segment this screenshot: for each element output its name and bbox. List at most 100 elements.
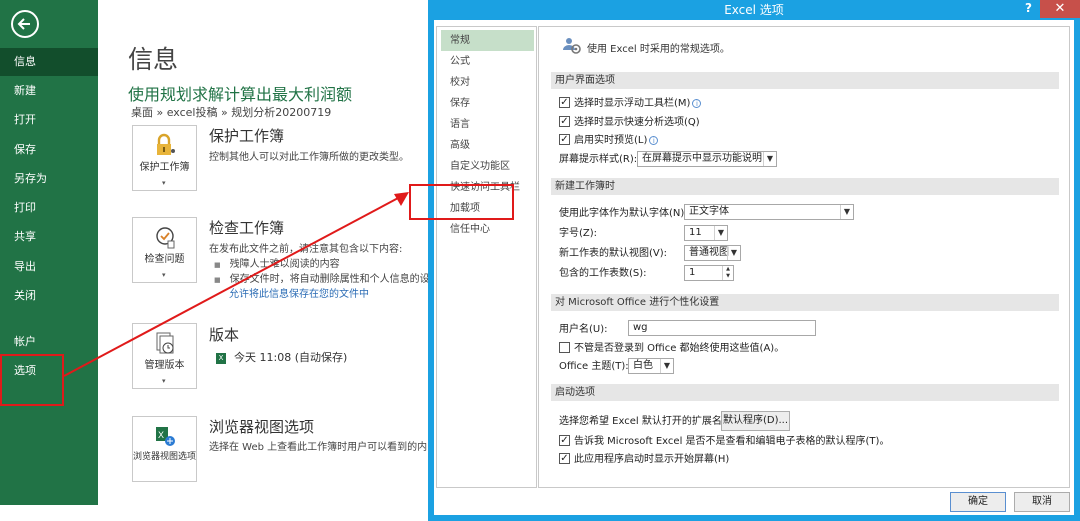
category-label: 校对 [450,77,470,88]
tile-label: 保护工作簿 [139,162,190,173]
annotation-highlight-add-ins [409,184,514,220]
nav-export[interactable]: 导出 [0,253,98,281]
nav-label: 信息 [14,55,36,68]
info-icon: i [692,99,702,108]
excel-options-dialog: Excel 选项 ? ✕ 常规 公式 校对 保存 语言 高级 自定义功能区 快速… [428,0,1080,521]
checkbox[interactable] [559,435,570,446]
browser-view-options-button[interactable]: X 浏览器视图选项 [132,416,197,482]
back-arrow-icon [17,18,30,30]
section-title-protect: 保护工作簿 [209,127,285,145]
default-view-select[interactable]: 普通视图 ▼ [684,245,741,261]
svg-text:X: X [158,430,164,440]
screentip-style-select[interactable]: 在屏幕提示中显示功能说明 ▼ [637,151,777,167]
font-size-label: 字号(Z): [559,228,598,239]
checkbox[interactable] [559,134,570,145]
category-language[interactable]: 语言 [441,114,534,135]
chevron-down-icon: ▾ [162,179,166,187]
tile-label: 管理版本 [144,360,185,371]
nav-save-as[interactable]: 另存为 [0,165,98,193]
checkbox[interactable] [559,453,570,464]
category-customize-ribbon[interactable]: 自定义功能区 [441,156,534,177]
chevron-down-icon: ▾ [162,377,166,385]
dialog-body: 常规 公式 校对 保存 语言 高级 自定义功能区 快速访问工具栏 加载项 信任中… [434,20,1074,515]
option-label: 告诉我 Microsoft Excel 是否不是查看和编辑电子表格的默认程序(T… [574,436,890,447]
category-trust-center[interactable]: 信任中心 [441,219,534,240]
select-value: 正文字体 [689,206,729,217]
always-use-values-checkbox[interactable]: 不管是否登录到 Office 都始终使用这些值(A)。 [559,342,784,355]
manage-versions-button[interactable]: 管理版本 ▾ [132,323,197,389]
default-view-label: 新工作表的默认视图(V): [559,248,668,259]
close-button[interactable]: ✕ [1040,0,1080,18]
nav-share[interactable]: 共享 [0,223,98,251]
chevron-down-icon: ▼ [840,205,853,219]
category-general[interactable]: 常规 [441,30,534,51]
nav-save[interactable]: 保存 [0,136,98,164]
select-value: 在屏幕提示中显示功能说明 [642,153,762,164]
inspect-bullet: 残障人士难以阅读的内容 [214,255,340,270]
checkbox[interactable] [559,116,570,127]
spinner-arrows-icon[interactable]: ▲ ▼ [722,266,733,280]
username-input[interactable]: wg [628,320,816,336]
backstage-nav: 信息 新建 打开 保存 另存为 打印 共享 导出 关闭 帐户 选项 [0,0,98,505]
help-button[interactable]: ? [1025,1,1032,15]
input-value: wg [633,322,648,333]
general-options-icon [563,38,581,54]
nav-account[interactable]: 帐户 [0,328,98,356]
tell-default-program-checkbox[interactable]: 告诉我 Microsoft Excel 是否不是查看和编辑电子表格的默认程序(T… [559,435,889,448]
select-value: 普通视图 [689,247,729,258]
nav-print[interactable]: 打印 [0,194,98,222]
checkbox[interactable] [559,342,570,353]
category-label: 公式 [450,56,470,67]
section-desc-inspect: 在发布此文件之前，请注意其包含以下内容: [209,244,403,255]
document-title: 使用规划求解计算出最大利润额 [128,85,353,104]
back-button[interactable] [11,10,39,38]
nav-label: 保存 [14,143,36,156]
version-entry[interactable]: X 今天 11:08 (自动保存) [216,349,347,365]
group-heading-new-workbook: 新建工作簿时 [551,178,1059,195]
category-save[interactable]: 保存 [441,93,534,114]
default-font-select[interactable]: 正文字体 ▼ [684,204,854,220]
chevron-down-icon: ▼ [763,152,776,166]
nav-close[interactable]: 关闭 [0,282,98,310]
font-size-select[interactable]: 11 ▼ [684,225,728,241]
nav-label: 导出 [14,260,36,273]
allow-save-info-link[interactable]: 允许将此信息保存在您的文件中 [229,285,369,300]
show-start-screen-checkbox[interactable]: 此应用程序启动时显示开始屏幕(H) [559,453,729,466]
option-label: 选择时显示浮动工具栏(M) [574,98,691,109]
nav-info[interactable]: 信息 [0,48,98,76]
protect-workbook-button[interactable]: 保护工作簿 ▾ [132,125,197,191]
default-programs-button[interactable]: 默认程序(D)... [721,411,790,431]
category-list: 常规 公式 校对 保存 语言 高级 自定义功能区 快速访问工具栏 加载项 信任中… [436,26,537,488]
nav-label: 帐户 [14,335,36,348]
quick-analysis-checkbox[interactable]: 选择时显示快速分析选项(Q) [559,116,700,129]
tile-label: 浏览器视图选项 [133,452,197,462]
cancel-button[interactable]: 取消 [1014,492,1070,512]
office-theme-select[interactable]: 白色 ▼ [628,358,674,374]
ok-button[interactable]: 确定 [950,492,1006,512]
inspect-bullet: 保存文件时，将自动删除属性和个人信息的设置 [214,270,440,285]
dialog-title: Excel 选项 [724,3,784,17]
nav-new[interactable]: 新建 [0,77,98,105]
breadcrumb: 桌面 » excel投稿 » 规划分析20200719 [131,106,332,119]
section-title-versions: 版本 [209,326,240,344]
nav-label: 打印 [14,201,36,214]
office-theme-label: Office 主题(T): [559,361,629,372]
check-issues-button[interactable]: 检查问题 ▾ [132,217,197,283]
category-label: 保存 [450,98,470,109]
default-font-label: 使用此字体作为默认字体(N): [559,208,688,219]
category-proofing[interactable]: 校对 [441,72,534,93]
sheet-count-spinner[interactable]: 1 ▲ ▼ [684,265,734,281]
mini-toolbar-checkbox[interactable]: 选择时显示浮动工具栏(M)i [559,97,702,110]
lock-key-icon [157,133,175,155]
category-formulas[interactable]: 公式 [441,51,534,72]
page-title: 信息 [128,45,179,74]
checkbox[interactable] [559,97,570,108]
sheet-count-label: 包含的工作表数(S): [559,268,647,279]
live-preview-checkbox[interactable]: 启用实时预览(L)i [559,134,659,147]
chevron-down-icon: ▾ [162,271,166,279]
category-label: 语言 [450,119,470,130]
category-advanced[interactable]: 高级 [441,135,534,156]
select-value: 白色 [633,360,653,371]
option-label: 选择时显示快速分析选项(Q) [574,117,700,128]
nav-open[interactable]: 打开 [0,106,98,134]
